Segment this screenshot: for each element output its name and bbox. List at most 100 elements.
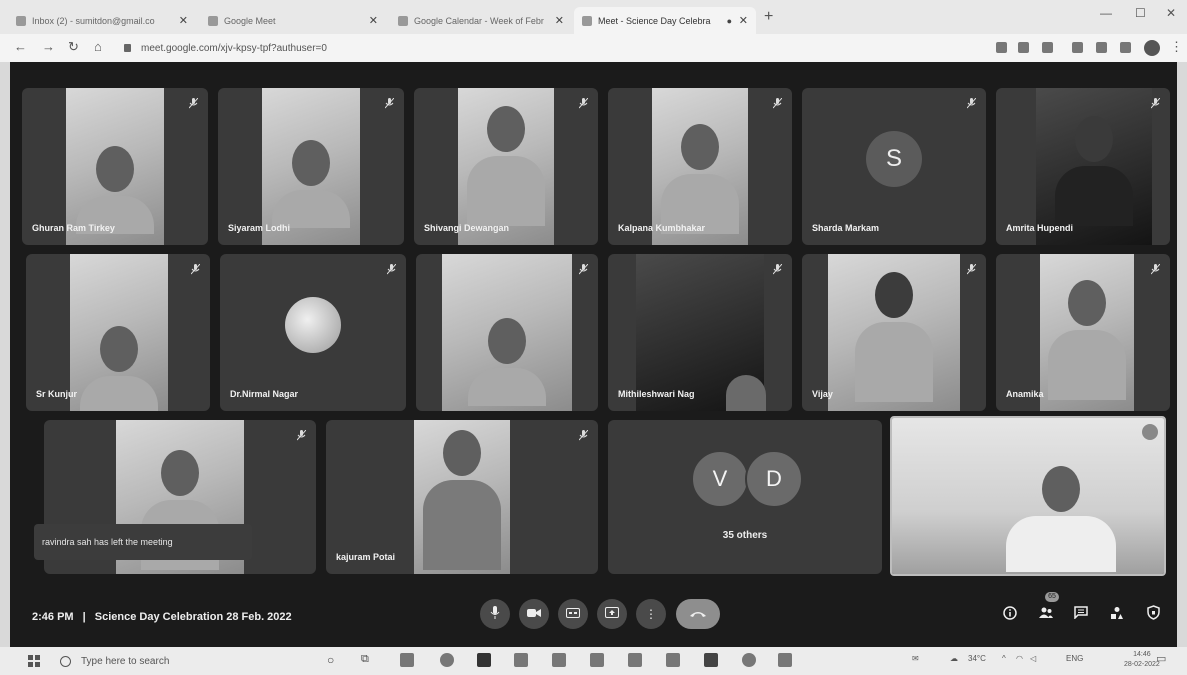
- menu-icon[interactable]: ⋮: [1170, 39, 1183, 55]
- windows-start-icon[interactable]: [28, 655, 40, 667]
- url-field[interactable]: meet.google.com/xjv-kpsy-tpf?authuser=0: [124, 39, 944, 57]
- close-icon[interactable]: ✕: [739, 14, 748, 27]
- cortana-icon[interactable]: ○: [327, 653, 334, 667]
- participant-tile[interactable]: Anamika: [996, 254, 1170, 411]
- notifications-icon[interactable]: ▭: [1156, 652, 1166, 665]
- microphone-icon: [490, 606, 500, 622]
- browser-tab-bar: Inbox (2) - sumitdon@gmail.co ✕ Google M…: [0, 0, 1187, 34]
- tab-gmail[interactable]: Inbox (2) - sumitdon@gmail.co ✕: [8, 7, 196, 34]
- camera-icon[interactable]: [996, 42, 1007, 53]
- participant-figure: [423, 430, 501, 570]
- close-window-icon[interactable]: ✕: [1166, 6, 1176, 20]
- meet-icon: [208, 15, 218, 26]
- back-icon[interactable]: ←: [14, 39, 27, 54]
- microphone-button[interactable]: [480, 599, 510, 629]
- leave-call-button[interactable]: [676, 599, 720, 629]
- network-status-icon[interactable]: ✉: [912, 654, 919, 663]
- end-call-icon: [689, 605, 707, 623]
- tab-meet-active[interactable]: Meet - Science Day Celebra ● ✕: [574, 7, 756, 34]
- weather-icon[interactable]: ☁: [950, 654, 958, 663]
- participant-tile[interactable]: S Sharda Markam: [802, 88, 986, 245]
- bookmark-star-icon[interactable]: [1042, 42, 1053, 53]
- tab-label: Google Calendar - Week of Febr: [414, 15, 544, 26]
- minimize-icon[interactable]: —: [1100, 6, 1112, 20]
- participant-tile[interactable]: Sr Kunjur: [26, 254, 210, 411]
- lock-icon: [124, 44, 131, 52]
- reload-icon[interactable]: ↻: [68, 39, 79, 55]
- participant-tile[interactable]: [416, 254, 598, 411]
- search-placeholder: Type here to search: [81, 655, 170, 667]
- participant-figure: [1048, 280, 1126, 400]
- tab-google-calendar[interactable]: Google Calendar - Week of Febr ✕: [390, 7, 572, 34]
- app-icon[interactable]: [742, 653, 756, 667]
- people-button[interactable]: [1036, 604, 1056, 624]
- close-icon[interactable]: ✕: [179, 14, 188, 27]
- dropbox-icon[interactable]: [552, 653, 566, 667]
- close-icon[interactable]: ✕: [555, 14, 564, 27]
- participant-tile[interactable]: Dr.Nirmal Nagar: [220, 254, 406, 411]
- mail-icon[interactable]: [590, 653, 604, 667]
- host-controls-button[interactable]: [1143, 604, 1163, 624]
- app-icon[interactable]: [400, 653, 414, 667]
- captions-icon: [566, 607, 580, 621]
- tray-chevron-icon[interactable]: ^: [1002, 654, 1006, 663]
- maximize-icon[interactable]: ☐: [1135, 6, 1146, 20]
- taskbar-clock[interactable]: 14:46 28-02-2022: [1124, 650, 1160, 670]
- more-options-button[interactable]: ⋮: [636, 599, 666, 629]
- task-view-icon[interactable]: ⧉: [361, 653, 369, 666]
- meeting-details-button[interactable]: [1000, 604, 1020, 624]
- extension-icon[interactable]: [1072, 42, 1083, 53]
- clock-time: 14:46: [1133, 651, 1151, 658]
- extension-icon[interactable]: [1096, 42, 1107, 53]
- participant-video: [442, 254, 572, 411]
- volume-icon[interactable]: ◁: [1030, 654, 1036, 663]
- activities-button[interactable]: [1107, 604, 1127, 624]
- participant-video: [828, 254, 960, 411]
- participant-tile[interactable]: Ghuran Ram Tirkey: [22, 88, 208, 245]
- share-icon[interactable]: [1018, 42, 1029, 53]
- others-count: 35 others: [722, 530, 768, 541]
- participant-tile[interactable]: Mithileshwari Nag: [608, 254, 792, 411]
- mic-off-icon: [579, 430, 588, 441]
- participant-tile[interactable]: Vijay: [802, 254, 986, 411]
- chrome-icon[interactable]: [440, 653, 454, 667]
- captions-button[interactable]: [558, 599, 588, 629]
- tab-google-meet[interactable]: Google Meet ✕: [200, 7, 386, 34]
- participant-tile[interactable]: Amrita Hupendi: [996, 88, 1170, 245]
- wifi-icon[interactable]: ◠: [1016, 654, 1023, 663]
- mic-off-icon: [387, 264, 396, 275]
- profile-avatar[interactable]: [1144, 40, 1160, 56]
- app-icon[interactable]: [477, 653, 491, 667]
- app-icon[interactable]: [666, 653, 680, 667]
- language-indicator[interactable]: ENG: [1066, 654, 1083, 663]
- close-icon[interactable]: ✕: [369, 14, 378, 27]
- participant-initial-avatar: V: [691, 450, 749, 508]
- more-options-icon[interactable]: [1142, 424, 1158, 440]
- puzzle-icon[interactable]: [1120, 42, 1131, 53]
- participant-video: [636, 254, 766, 411]
- taskbar-search-box[interactable]: Type here to search: [52, 651, 314, 671]
- new-tab-button[interactable]: +: [764, 8, 773, 26]
- app-icon[interactable]: [778, 653, 792, 667]
- participant-name: Sr Kunjur: [36, 389, 78, 399]
- others-tile[interactable]: V D 35 others: [608, 420, 882, 574]
- app-icon[interactable]: [628, 653, 642, 667]
- mic-off-icon: [579, 98, 588, 109]
- participant-photo-avatar: [285, 296, 341, 353]
- participant-video: [414, 420, 510, 574]
- self-view-tile[interactable]: [890, 416, 1166, 576]
- store-icon[interactable]: [514, 653, 528, 667]
- participant-tile[interactable]: Kalpana Kumbhakar: [608, 88, 792, 245]
- participant-figure: [76, 146, 154, 234]
- chat-button[interactable]: [1071, 604, 1091, 624]
- forward-icon[interactable]: →: [42, 39, 55, 54]
- participant-tile[interactable]: Siyaram Lodhi: [218, 88, 404, 245]
- present-button[interactable]: [597, 599, 627, 629]
- participant-tile[interactable]: Shivangi Dewangan: [414, 88, 598, 245]
- info-icon: [1003, 605, 1017, 623]
- windows-taskbar: Type here to search ○ ⧉ ✉ ☁ 34°C ^ ◠ ◁ E…: [0, 647, 1187, 675]
- participant-tile[interactable]: kajuram Potai: [326, 420, 598, 574]
- home-icon[interactable]: ⌂: [94, 39, 102, 54]
- app-icon[interactable]: [704, 653, 718, 667]
- camera-button[interactable]: [519, 599, 549, 629]
